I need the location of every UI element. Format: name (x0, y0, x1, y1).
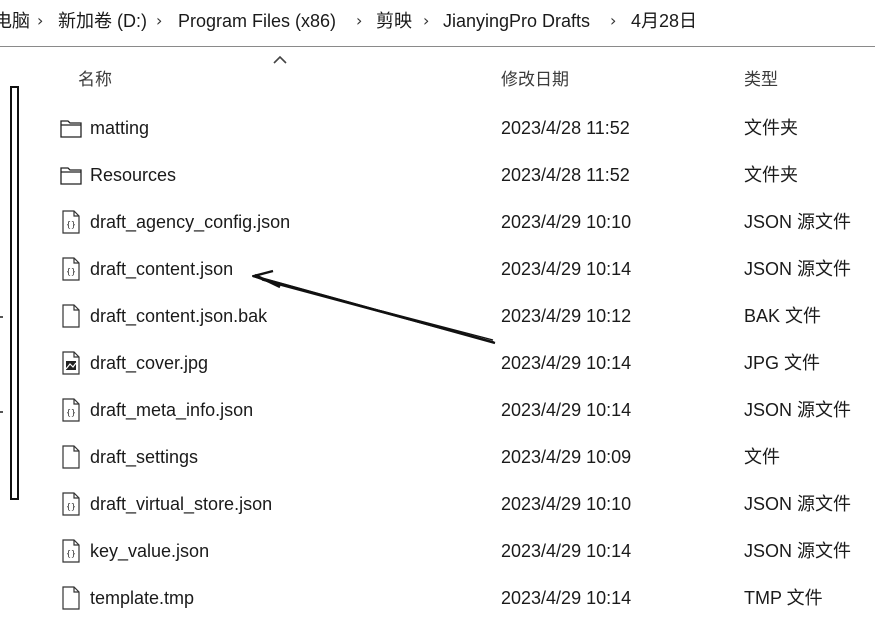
json-file-icon: {} (60, 257, 82, 281)
file-name: draft_content.json (90, 259, 234, 279)
file-type: 文件夹 (744, 165, 798, 185)
column-header-name[interactable]: 名称 (78, 68, 112, 92)
file-type: JSON 源文件 (744, 494, 852, 514)
pane-marker (0, 411, 3, 413)
file-name: draft_content.json.bak (90, 306, 268, 326)
file-name: draft_meta_info.json (90, 400, 254, 420)
file-date-modified: 2023/4/29 10:09 (501, 447, 632, 467)
file-name: Resources (90, 165, 177, 185)
file-row[interactable]: template.tmp 2023/4/29 10:14 TMP 文件 (54, 576, 869, 620)
breadcrumb: 电脑 › 新加卷 (D:) › Program Files (x86) › 剪映… (0, 0, 875, 47)
breadcrumb-item-jianying[interactable]: 剪映 (376, 9, 412, 33)
folder-icon (60, 116, 82, 140)
file-type: JPG 文件 (744, 353, 821, 373)
file-type: 文件夹 (744, 118, 798, 138)
file-explorer-window: 电脑 › 新加卷 (D:) › Program Files (x86) › 剪映… (0, 0, 875, 633)
file-name: key_value.json (90, 541, 210, 561)
file-date-modified: 2023/4/28 11:52 (501, 118, 630, 138)
image-file-icon (60, 351, 82, 375)
svg-text:{}: {} (66, 220, 76, 229)
file-date-modified: 2023/4/28 11:52 (501, 165, 630, 185)
file-row[interactable]: draft_content.json.bak 2023/4/29 10:12 BAK… (54, 294, 869, 338)
file-name: template.tmp (90, 588, 195, 608)
json-file-icon: {} (60, 210, 82, 234)
svg-text:{}: {} (66, 502, 76, 511)
file-icon (60, 445, 82, 469)
sort-ascending-icon[interactable] (272, 54, 288, 66)
breadcrumb-item-pc[interactable]: 电脑 (0, 9, 30, 33)
pane-marker (0, 316, 3, 318)
file-date-modified: 2023/4/29 10:10 (501, 212, 632, 232)
file-type: TMP 文件 (744, 588, 823, 608)
file-date-modified: 2023/4/29 10:14 (501, 400, 632, 420)
column-header-type[interactable]: 类型 (744, 68, 778, 92)
file-icon (60, 304, 82, 328)
file-row[interactable]: {} key_value.json 2023/4/29 10:14 JSON 源文件 (54, 529, 869, 573)
chevron-right-icon[interactable]: › (423, 9, 429, 33)
file-name: matting (90, 118, 150, 138)
file-date-modified: 2023/4/29 10:14 (501, 353, 632, 373)
file-row[interactable]: draft_cover.jpg 2023/4/29 10:14 JPG 文件 (54, 341, 869, 385)
chevron-right-icon[interactable]: › (610, 9, 616, 33)
file-type: JSON 源文件 (744, 541, 852, 561)
json-file-icon: {} (60, 539, 82, 563)
chevron-right-icon[interactable]: › (37, 9, 43, 33)
file-row[interactable]: {} draft_virtual_store.json 2023/4/29 10:1… (54, 482, 869, 526)
file-type: 文件 (744, 447, 780, 467)
file-row[interactable]: {} draft_agency_config.json 2023/4/29 10:1… (54, 200, 869, 244)
file-name: draft_settings (90, 447, 199, 467)
navigation-pane-edge[interactable] (10, 86, 19, 500)
folder-row[interactable]: Resources 2023/4/28 11:52 文件夹 (54, 153, 869, 197)
file-date-modified: 2023/4/29 10:14 (501, 541, 632, 561)
json-file-icon: {} (60, 398, 82, 422)
json-file-icon: {} (60, 492, 82, 516)
file-type: JSON 源文件 (744, 400, 852, 420)
breadcrumb-item-drive[interactable]: 新加卷 (D:) (58, 9, 147, 33)
svg-text:{}: {} (66, 408, 76, 417)
chevron-right-icon[interactable]: › (156, 9, 162, 33)
file-type: BAK 文件 (744, 306, 822, 326)
file-type: JSON 源文件 (744, 259, 852, 279)
file-date-modified: 2023/4/29 10:10 (501, 494, 632, 514)
file-row[interactable]: draft_settings 2023/4/29 10:09 文件 (54, 435, 869, 479)
chevron-right-icon[interactable]: › (356, 9, 362, 33)
file-row[interactable]: {} draft_meta_info.json 2023/4/29 10:14 JSO… (54, 388, 869, 432)
folder-icon (60, 163, 82, 187)
file-name: draft_virtual_store.json (90, 494, 273, 514)
file-date-modified: 2023/4/29 10:12 (501, 306, 632, 326)
file-date-modified: 2023/4/29 10:14 (501, 588, 632, 608)
breadcrumb-item-current-folder[interactable]: 4月28日 (631, 9, 697, 33)
breadcrumb-item-drafts[interactable]: JianyingPro Drafts (443, 9, 590, 33)
svg-text:{}: {} (66, 549, 76, 558)
file-icon (60, 586, 82, 610)
file-type: JSON 源文件 (744, 212, 852, 232)
svg-text:{}: {} (66, 267, 76, 276)
file-name: draft_agency_config.json (90, 212, 291, 232)
column-header-date-modified[interactable]: 修改日期 (501, 68, 569, 92)
folder-row[interactable]: matting 2023/4/28 11:52 文件夹 (54, 106, 869, 150)
breadcrumb-item-program-files[interactable]: Program Files (x86) (178, 9, 336, 33)
file-row[interactable]: {} draft_content.json 2023/4/29 10:14 JSON … (54, 247, 869, 291)
file-name: draft_cover.jpg (90, 353, 209, 373)
file-date-modified: 2023/4/29 10:14 (501, 259, 632, 279)
